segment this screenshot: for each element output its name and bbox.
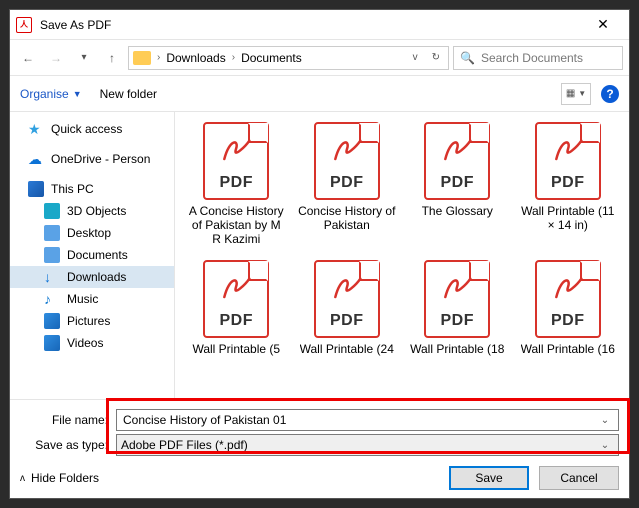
sidebar-item-downloads[interactable]: ↓ Downloads — [10, 266, 174, 288]
sidebar-item-music[interactable]: ♪ Music — [10, 288, 174, 310]
savetype-label: Save as type: — [20, 438, 110, 452]
file-label: The Glossary — [422, 204, 493, 218]
file-label: Wall Printable (5 — [192, 342, 280, 356]
savetype-select[interactable]: Adobe PDF Files (*.pdf) ⌄ — [116, 434, 619, 456]
view-mode-button[interactable]: ▦ ▼ — [561, 83, 591, 105]
close-button[interactable]: ✕ — [583, 10, 623, 39]
chevron-right-icon: › — [157, 52, 160, 63]
pdf-app-icon: 人 — [16, 17, 32, 33]
file-item[interactable]: PDF Wall Printable (11 × 14 in) — [515, 120, 622, 254]
star-icon: ★ — [28, 121, 44, 137]
chevron-down-icon: ⌄ — [596, 440, 614, 451]
sidebar-item-pictures[interactable]: Pictures — [10, 310, 174, 332]
hide-folders-toggle[interactable]: ʌ Hide Folders — [20, 471, 99, 485]
sidebar-item-this-pc[interactable]: This PC — [10, 178, 174, 200]
chevron-down-icon: ▼ — [578, 89, 586, 98]
search-icon: 🔍 — [460, 51, 475, 65]
file-label: Wall Printable (11 × 14 in) — [518, 204, 618, 232]
search-placeholder: Search Documents — [481, 51, 583, 65]
pdf-file-icon: PDF — [314, 260, 380, 338]
chevron-down-icon[interactable]: ⌄ — [596, 415, 614, 426]
chevron-up-icon: ʌ — [20, 473, 25, 484]
pdf-file-icon: PDF — [203, 260, 269, 338]
sidebar-item-documents[interactable]: Documents — [10, 244, 174, 266]
titlebar: 人 Save As PDF ✕ — [10, 10, 629, 40]
pdf-file-icon: PDF — [535, 260, 601, 338]
sidebar-item-desktop[interactable]: Desktop — [10, 222, 174, 244]
file-item[interactable]: PDF Wall Printable (5 — [183, 258, 290, 370]
pdf-file-icon: PDF — [424, 260, 490, 338]
sidebar-item-3d-objects[interactable]: 3D Objects — [10, 200, 174, 222]
sidebar-item-quick-access[interactable]: ★ Quick access — [10, 118, 174, 140]
chevron-right-icon: › — [232, 52, 235, 63]
chevron-down-icon: ▼ — [73, 89, 82, 99]
recent-dropdown-icon[interactable]: ▾ — [72, 46, 96, 70]
folder-icon — [133, 51, 151, 65]
address-bar[interactable]: › Downloads › Documents v ↻ — [128, 46, 449, 70]
pdf-file-icon: PDF — [314, 122, 380, 200]
documents-icon — [44, 247, 60, 263]
address-dropdown-icon[interactable]: v — [409, 52, 422, 63]
sidebar-item-onedrive[interactable]: ☁ OneDrive - Person — [10, 148, 174, 170]
up-button[interactable]: ↑ — [100, 46, 124, 70]
dialog-body: ★ Quick access ☁ OneDrive - Person This … — [10, 112, 629, 399]
file-item[interactable]: PDF The Glossary — [404, 120, 511, 254]
dialog-title: Save As PDF — [40, 18, 583, 32]
download-icon: ↓ — [44, 269, 60, 285]
file-label: Concise History of Pakistan — [297, 204, 397, 232]
breadcrumb-seg-1[interactable]: Downloads — [166, 51, 225, 65]
file-label: Wall Printable (16 — [521, 342, 615, 356]
breadcrumb-seg-2[interactable]: Documents — [241, 51, 302, 65]
organise-menu[interactable]: Organise ▼ — [20, 87, 82, 101]
file-label: Wall Printable (24 — [300, 342, 394, 356]
refresh-icon[interactable]: ↻ — [428, 52, 444, 63]
dialog-bottom: File name: ⌄ Save as type: Adobe PDF Fil… — [10, 399, 629, 498]
help-button[interactable]: ? — [601, 85, 619, 103]
cloud-icon: ☁ — [28, 151, 44, 167]
cube-icon — [44, 203, 60, 219]
pictures-icon — [44, 313, 60, 329]
file-grid: PDF A Concise History of Pakistan by M R… — [175, 112, 629, 399]
forward-button[interactable]: → — [44, 46, 68, 70]
nav-sidebar: ★ Quick access ☁ OneDrive - Person This … — [10, 112, 175, 399]
search-input[interactable]: 🔍 Search Documents — [453, 46, 623, 70]
pdf-file-icon: PDF — [424, 122, 490, 200]
filename-field-wrap: ⌄ — [116, 409, 619, 431]
file-label: Wall Printable (18 — [410, 342, 504, 356]
file-item[interactable]: PDF Concise History of Pakistan — [294, 120, 401, 254]
cancel-button[interactable]: Cancel — [539, 466, 619, 490]
file-item[interactable]: PDF Wall Printable (16 — [515, 258, 622, 370]
sidebar-item-videos[interactable]: Videos — [10, 332, 174, 354]
filename-input[interactable] — [121, 412, 596, 428]
pdf-file-icon: PDF — [535, 122, 601, 200]
music-icon: ♪ — [44, 291, 60, 307]
toolbar: Organise ▼ New folder ▦ ▼ ? — [10, 76, 629, 112]
back-button[interactable]: ← — [16, 46, 40, 70]
save-button[interactable]: Save — [449, 466, 529, 490]
file-item[interactable]: PDF Wall Printable (24 — [294, 258, 401, 370]
desktop-icon — [44, 225, 60, 241]
view-icon: ▦ — [566, 88, 575, 99]
pdf-file-icon: PDF — [203, 122, 269, 200]
pc-icon — [28, 181, 44, 197]
new-folder-button[interactable]: New folder — [100, 87, 157, 101]
nav-row: ← → ▾ ↑ › Downloads › Documents v ↻ 🔍 Se… — [10, 40, 629, 76]
file-item[interactable]: PDF Wall Printable (18 — [404, 258, 511, 370]
save-as-dialog: 人 Save As PDF ✕ ← → ▾ ↑ › Downloads › Do… — [9, 9, 630, 499]
videos-icon — [44, 335, 60, 351]
filename-label: File name: — [20, 413, 110, 427]
file-item[interactable]: PDF A Concise History of Pakistan by M R… — [183, 120, 290, 254]
file-label: A Concise History of Pakistan by M R Kaz… — [186, 204, 286, 246]
